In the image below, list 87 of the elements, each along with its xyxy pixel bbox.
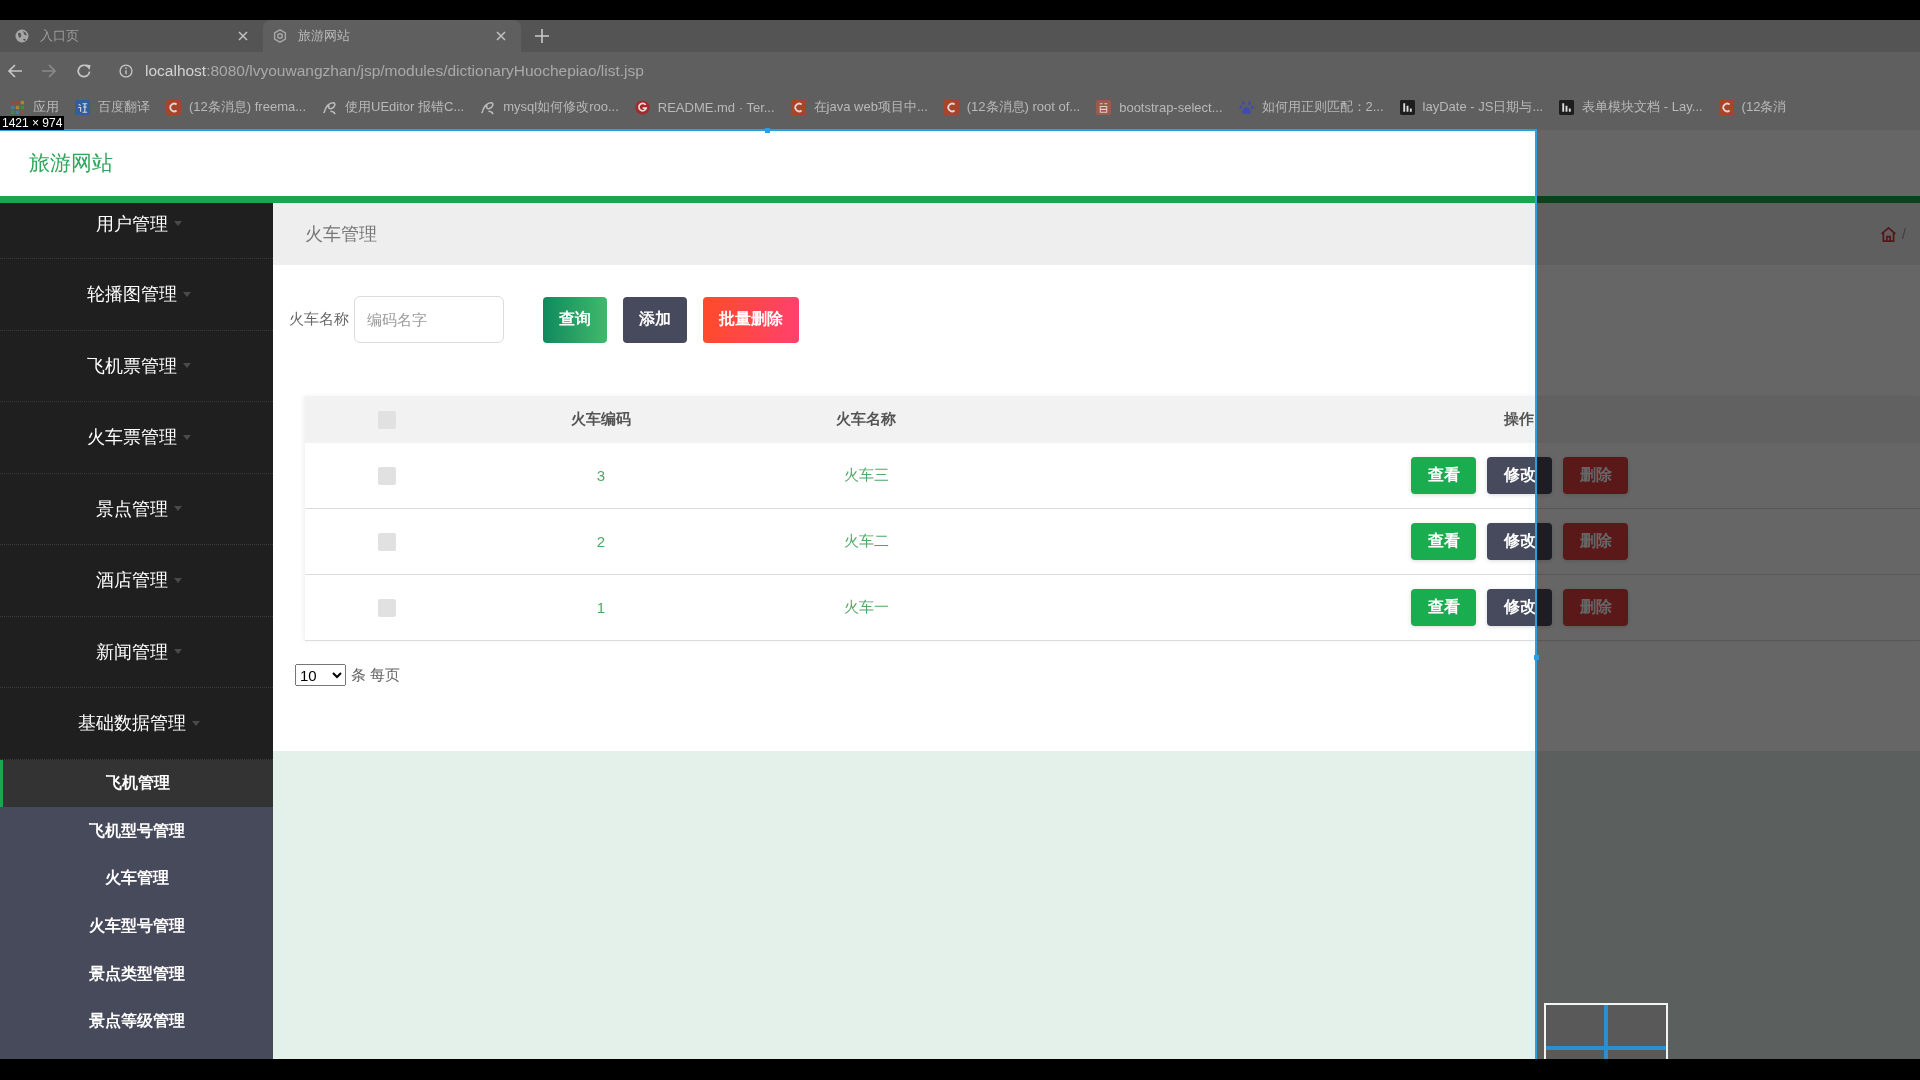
caret-icon (173, 649, 182, 655)
resize-handle-icon[interactable] (1534, 655, 1539, 660)
caret-icon (173, 221, 182, 226)
site-title: 旅游网站 (29, 150, 113, 176)
swirl-icon (322, 99, 338, 115)
sidebar-subitem[interactable]: 飞机管理 (0, 759, 273, 808)
caret-icon (173, 577, 182, 583)
breadcrumb-separator: / (1902, 226, 1906, 242)
table-cell: 3 (596, 467, 606, 484)
reload-icon[interactable] (76, 63, 92, 79)
column-header: 操作 (1503, 410, 1535, 429)
page-title: 火车管理 (305, 223, 377, 246)
c-tile-icon (166, 99, 181, 115)
c-tile-icon (790, 99, 806, 115)
edit-button[interactable]: 修改 (1487, 523, 1552, 560)
close-icon[interactable] (238, 31, 248, 41)
search-field[interactable]: 编码名字 (354, 296, 504, 343)
viewport-size-label: 1421 × 974 (0, 116, 65, 130)
bookmark-link[interactable]: layDate - JS日期与... (1392, 98, 1551, 116)
caret-icon (182, 434, 191, 440)
delete-button[interactable]: 删除 (1563, 523, 1628, 560)
bookmark-link[interactable]: bootstrap-select... (1089, 99, 1230, 115)
edit-button[interactable]: 修改 (1487, 589, 1552, 626)
sidebar-subitem[interactable]: 飞机型号管理 (0, 807, 273, 855)
bookmark-link[interactable]: README.md · Ter... (627, 99, 782, 115)
view-button[interactable]: 查看 (1411, 589, 1476, 626)
view-button[interactable]: 查看 (1411, 523, 1476, 560)
sidebar-subitem[interactable]: 火车型号管理 (0, 902, 273, 951)
table-cell: 火车二 (843, 532, 889, 551)
caret-icon (182, 363, 191, 369)
globe-icon (15, 29, 29, 43)
caret-icon (173, 506, 182, 512)
c-tile-icon (1718, 99, 1734, 115)
row-checkbox[interactable] (378, 532, 396, 551)
page-size-label: 条 每页 (351, 665, 401, 685)
apps-grid-icon (10, 99, 25, 115)
caret-icon (182, 291, 191, 297)
delete-button[interactable]: 删除 (1563, 589, 1628, 626)
g-circle-icon (634, 99, 650, 115)
translate-tile-icon (75, 99, 90, 115)
forward-icon[interactable] (41, 63, 57, 79)
view-button[interactable]: 查看 (1411, 457, 1476, 494)
home-icon[interactable] (1880, 225, 1898, 243)
resize-handle-icon[interactable] (765, 128, 770, 133)
close-icon[interactable] (496, 31, 506, 41)
bookmark-link[interactable]: 表单模块文档 - Lay... (1552, 98, 1710, 116)
table-cell: 2 (596, 533, 606, 550)
sidebar-subitem[interactable]: 火车管理 (0, 854, 273, 903)
edit-button[interactable]: 修改 (1487, 457, 1552, 494)
search-button[interactable]: 查询 (543, 296, 607, 343)
bookmark-link[interactable]: 百度翻译 (68, 98, 157, 116)
bookmark-link[interactable]: (12条消 (1711, 98, 1794, 116)
search-label: 火车名称 (289, 310, 349, 329)
sidebar-subitem[interactable]: 景点等级管理 (0, 997, 273, 1046)
bookmark-link[interactable]: (12条消息) freema... (159, 98, 314, 116)
bookmark-link[interactable]: (12条消息) root of... (936, 98, 1088, 116)
l-tile-icon (1399, 99, 1415, 115)
crosshair-box-icon (1544, 1003, 1668, 1059)
table-cell: 火车一 (843, 598, 889, 617)
column-header: 火车名称 (836, 410, 896, 429)
new-tab-icon[interactable] (535, 29, 549, 43)
info-icon[interactable] (119, 64, 133, 78)
sidebar-subitem[interactable]: 景点类型管理 (0, 950, 273, 998)
hexagon-icon (273, 29, 287, 43)
c-tile-icon (943, 99, 959, 115)
column-header: 火车编码 (571, 410, 631, 429)
add-button[interactable]: 添加 (623, 296, 687, 343)
table-cell: 1 (596, 599, 606, 616)
bookmark-link[interactable]: mysql如何修改roo... (473, 98, 626, 116)
row-checkbox[interactable] (378, 598, 396, 617)
paw-icon (1238, 99, 1254, 115)
back-icon[interactable] (7, 63, 23, 79)
tile-icon (1096, 99, 1112, 115)
batch-delete-button[interactable]: 批量删除 (703, 296, 799, 343)
browser-tab[interactable]: 入口页 (5, 20, 263, 52)
page-size-select[interactable]: 10 (295, 664, 346, 686)
swirl-icon (480, 99, 496, 115)
row-checkbox[interactable] (378, 466, 396, 485)
bookmark-link[interactable]: 应用 (3, 98, 66, 116)
table-cell: 火车三 (843, 466, 889, 485)
delete-button[interactable]: 删除 (1563, 457, 1628, 494)
bookmark-link[interactable]: 在java web项目中... (783, 98, 935, 116)
bookmark-link[interactable]: 使用UEditor 报错C... (315, 98, 472, 116)
caret-icon (191, 720, 200, 726)
bookmark-link[interactable]: 如何用正则匹配：2... (1231, 98, 1391, 116)
browser-tab[interactable]: 旅游网站 (263, 20, 521, 52)
l-tile-icon (1559, 99, 1575, 115)
